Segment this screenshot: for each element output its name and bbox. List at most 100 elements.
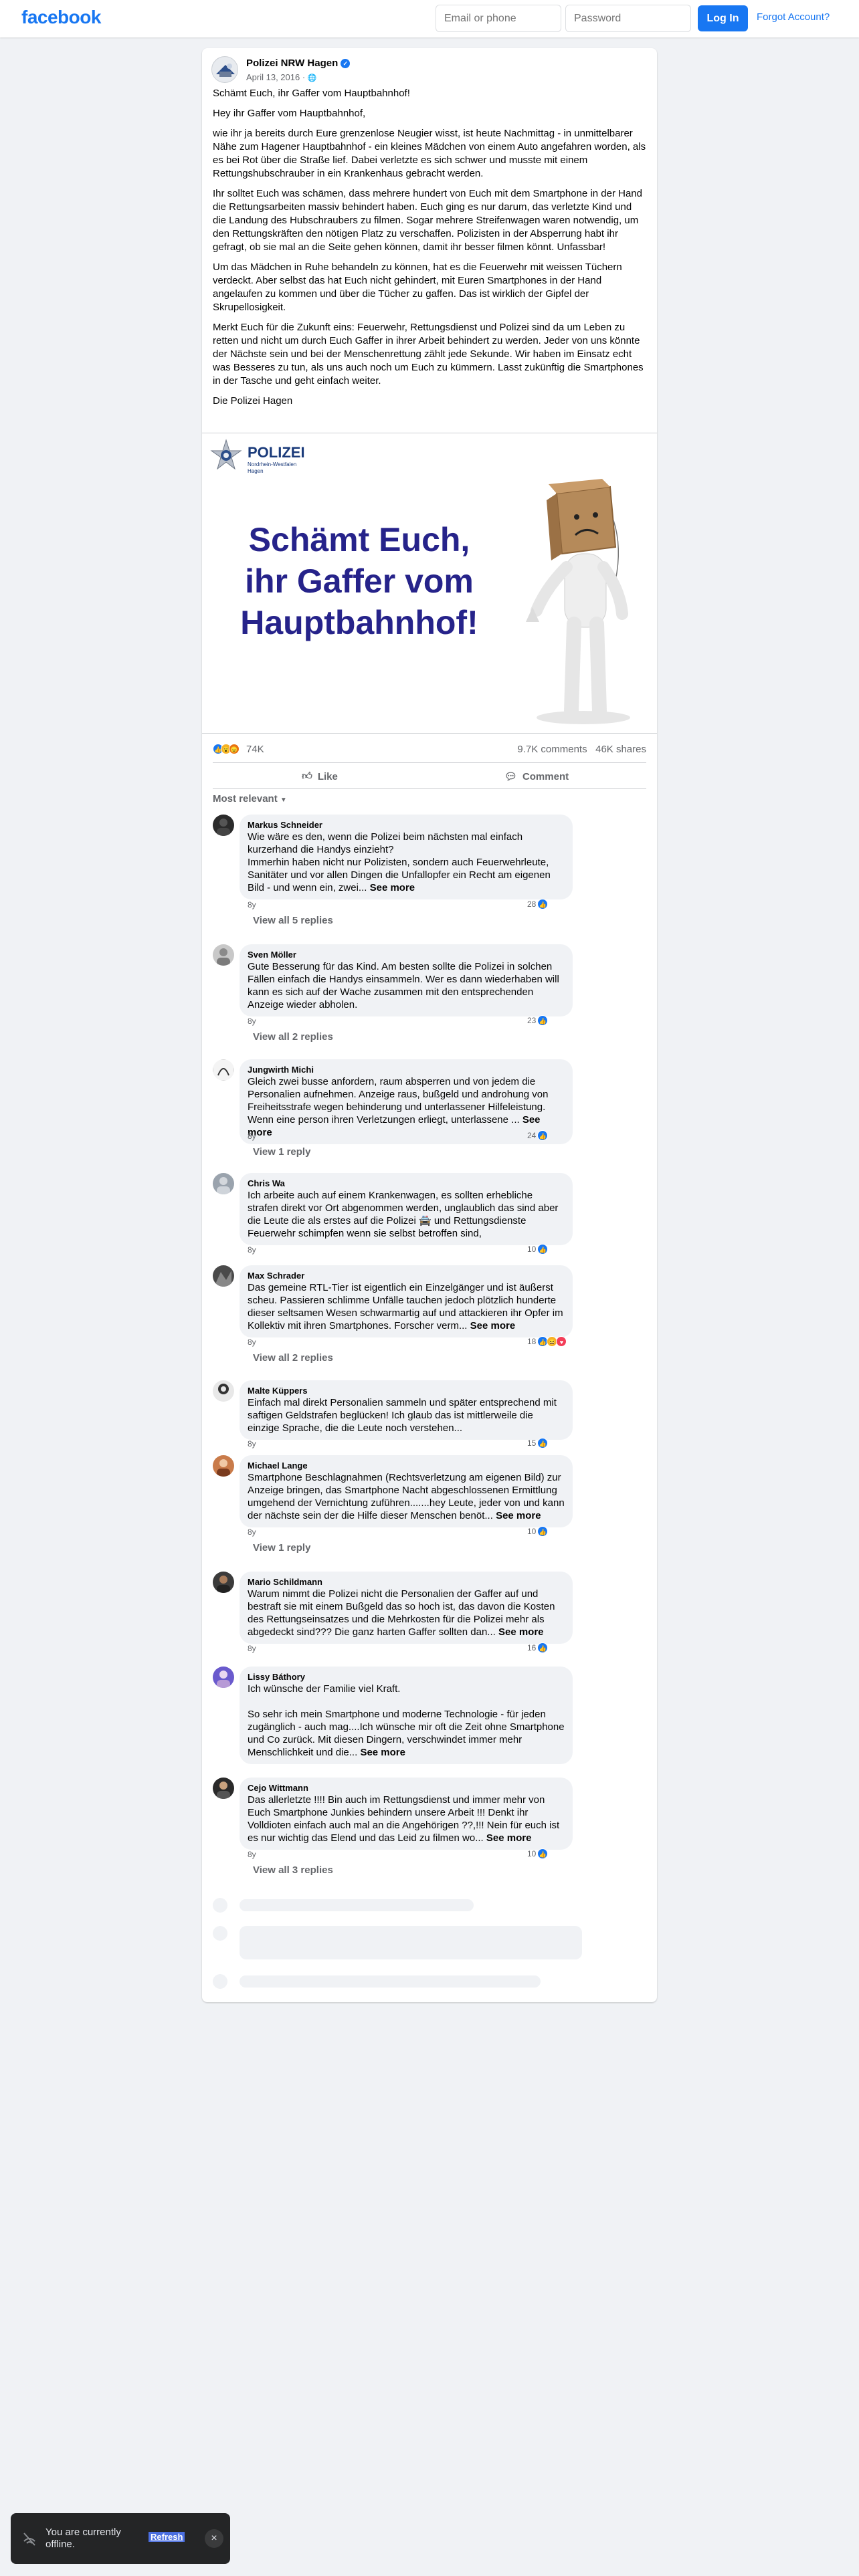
comment-timestamp[interactable]: 8y xyxy=(248,1527,256,1537)
see-more-link[interactable]: See more xyxy=(370,882,415,893)
see-more-link[interactable]: See more xyxy=(496,1510,541,1521)
post-paragraph: wie ihr ja bereits durch Eure grenzenlos… xyxy=(213,128,646,179)
commenter-avatar[interactable] xyxy=(213,1173,234,1194)
commenter-avatar[interactable] xyxy=(213,815,234,836)
email-input[interactable] xyxy=(436,5,561,32)
police-logo-city: Hagen xyxy=(248,468,264,474)
commenter-avatar[interactable] xyxy=(213,1059,234,1081)
comment-timestamp[interactable]: 8y xyxy=(248,1016,256,1026)
comment-reactions[interactable]: 28 👍 xyxy=(527,899,549,909)
reaction-count[interactable]: 74K xyxy=(246,744,264,755)
comment-sort-dropdown[interactable]: Most relevant ▼ xyxy=(213,793,287,804)
comment-like-count: 10 xyxy=(527,1849,537,1858)
comment-reactions[interactable]: 24 👍 xyxy=(527,1130,549,1141)
view-replies-link[interactable]: View all 3 replies xyxy=(253,1864,333,1876)
page-avatar[interactable] xyxy=(211,56,238,83)
comment-author[interactable]: Malte Küppers xyxy=(248,1386,565,1396)
comment-reactions[interactable]: 10 👍 xyxy=(527,1526,549,1537)
comment-author[interactable]: Chris Wa xyxy=(248,1178,565,1189)
comment-text: Ich wünsche der Familie viel Kraft. So s… xyxy=(248,1683,565,1759)
page-name-label[interactable]: Polizei NRW Hagen xyxy=(246,58,338,69)
loading-skeleton-avatar xyxy=(213,1974,227,1989)
see-more-link[interactable]: See more xyxy=(470,1320,516,1331)
comment-timestamp[interactable]: 8y xyxy=(248,1850,256,1859)
comment-reactions[interactable]: 10 👍 xyxy=(527,1848,549,1859)
view-replies-link[interactable]: View all 2 replies xyxy=(253,1031,333,1043)
commenter-avatar[interactable] xyxy=(213,1667,234,1688)
facebook-logo[interactable]: facebook xyxy=(21,7,101,28)
post-card: Polizei NRW Hagen ✓ April 13, 2016 · 🌐 Sc… xyxy=(202,48,657,2002)
refresh-link[interactable]: Refresh xyxy=(149,2532,185,2542)
view-replies-link[interactable]: View all 5 replies xyxy=(253,915,333,926)
shares-count-link[interactable]: 46K shares xyxy=(595,744,646,755)
offline-toast: You are currently offline. Refresh × xyxy=(11,2513,230,2564)
comment-timestamp[interactable]: 8y xyxy=(248,1644,256,1653)
comment-author[interactable]: Sven Möller xyxy=(248,950,565,960)
password-input[interactable] xyxy=(565,5,691,32)
comment-text: Das gemeine RTL-Tier ist eigentlich ein … xyxy=(248,1281,565,1332)
box-head-figure-illustration xyxy=(526,479,630,724)
wifi-off-icon xyxy=(23,2533,35,2546)
comment-timestamp[interactable]: 8y xyxy=(248,1439,256,1448)
comment-button-label: Comment xyxy=(522,770,569,782)
like-button[interactable]: 👍︎ Like xyxy=(213,766,427,787)
comment-author[interactable]: Michael Lange xyxy=(248,1461,565,1471)
post-image[interactable]: POLIZEI Nordrhein-Westfalen Hagen Schämt … xyxy=(202,433,657,734)
commenter-avatar[interactable] xyxy=(213,1380,234,1402)
view-replies-link[interactable]: View 1 reply xyxy=(253,1542,310,1553)
comment-body: Ich wünsche der Familie viel Kraft. So s… xyxy=(248,1683,565,1758)
comment-text: Gute Besserung für das Kind. Am besten s… xyxy=(248,961,559,1010)
commenter-avatar[interactable] xyxy=(213,944,234,966)
comment-text: Ich arbeite auch auf einem Krankenwagen,… xyxy=(248,1190,559,1239)
poster-title: Schämt Euch, ihr Gaffer vom Hauptbahnhof… xyxy=(222,519,496,643)
login-button[interactable]: Log In xyxy=(698,5,748,31)
comment-timestamp[interactable]: 8y xyxy=(248,1132,256,1141)
like-button-label: Like xyxy=(317,770,338,782)
comment-like-count: 16 xyxy=(527,1643,537,1652)
comment-text: Warum nimmt die Polizei nicht die Person… xyxy=(248,1588,565,1638)
comment-author[interactable]: Lissy Báthory xyxy=(248,1672,565,1683)
comment-text: Das allerletzte !!!! Bin auch im Rettung… xyxy=(248,1794,565,1844)
comment-timestamp[interactable]: 8y xyxy=(248,900,256,909)
comment-author[interactable]: Max Schrader xyxy=(248,1271,565,1281)
post-date[interactable]: April 13, 2016 · 🌐 xyxy=(246,72,317,82)
close-icon[interactable]: × xyxy=(205,2529,223,2548)
comment-like-count: 28 xyxy=(527,899,537,909)
view-replies-link[interactable]: View 1 reply xyxy=(253,1146,310,1158)
comment-like-count: 10 xyxy=(527,1245,537,1254)
loading-skeleton-avatar xyxy=(213,1926,227,1941)
post-action-bar: 👍︎ Like 💬︎ Comment xyxy=(213,762,646,789)
see-more-link[interactable]: See more xyxy=(360,1747,405,1758)
post-date-label[interactable]: April 13, 2016 · xyxy=(246,72,305,82)
post-paragraph: Ihr solltet Euch was schämen, dass mehre… xyxy=(213,188,642,253)
comment-timestamp[interactable]: 8y xyxy=(248,1337,256,1347)
comment-reactions[interactable]: 15 👍 xyxy=(527,1438,549,1448)
view-replies-link[interactable]: View all 2 replies xyxy=(253,1352,333,1364)
page-name[interactable]: Polizei NRW Hagen ✓ xyxy=(246,58,351,69)
comments-count-link[interactable]: 9.7K comments xyxy=(517,744,587,755)
comment-text: Gleich zwei busse anfordern, raum absper… xyxy=(248,1075,565,1139)
commenter-avatar[interactable] xyxy=(213,1265,234,1287)
comment-bubble: Chris Wa Ich arbeite auch auf einem Kran… xyxy=(240,1173,573,1245)
comment-timestamp[interactable]: 8y xyxy=(248,1245,256,1255)
comment-author[interactable]: Jungwirth Michi xyxy=(248,1065,565,1075)
commenter-avatar[interactable] xyxy=(213,1455,234,1477)
comment-author[interactable]: Markus Schneider xyxy=(248,820,565,831)
like-reaction-icon: 👍 xyxy=(537,1130,549,1141)
forgot-account-link[interactable]: Forgot Account? xyxy=(757,11,830,23)
comment-reactions[interactable]: 16 👍 xyxy=(527,1642,549,1653)
comment-button[interactable]: 💬︎ Comment xyxy=(430,766,644,787)
comment-author[interactable]: Mario Schildmann xyxy=(248,1577,565,1588)
comment-author[interactable]: Cejo Wittmann xyxy=(248,1783,565,1794)
comment-reactions[interactable]: 18 👍 😆 ♥ xyxy=(527,1336,567,1347)
commenter-avatar[interactable] xyxy=(213,1778,234,1799)
see-more-link[interactable]: See more xyxy=(498,1626,544,1638)
comment-reactions[interactable]: 23 👍 xyxy=(527,1015,549,1026)
reaction-icons[interactable]: 👍 😮 😠 xyxy=(213,744,240,754)
loading-skeleton-block xyxy=(240,1926,582,1959)
see-more-link[interactable]: See more xyxy=(486,1832,532,1844)
commenter-avatar[interactable] xyxy=(213,1572,234,1593)
comment-reactions[interactable]: 10 👍 xyxy=(527,1244,549,1255)
poster-title-line: Schämt Euch, xyxy=(248,521,470,558)
like-reaction-icon: 👍 xyxy=(537,1848,549,1859)
